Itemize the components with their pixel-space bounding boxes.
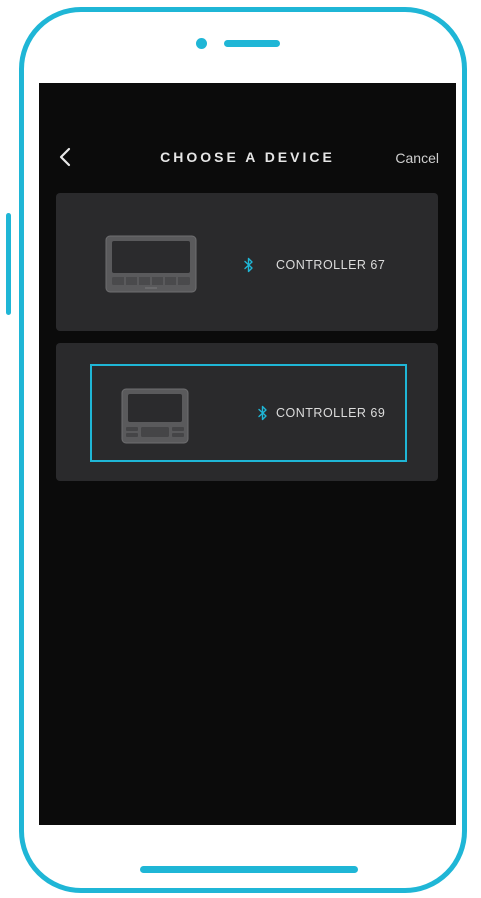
- controller-device-icon: [105, 235, 197, 293]
- home-indicator[interactable]: [140, 866, 358, 873]
- speaker-slot: [224, 40, 280, 47]
- page-title: CHOOSE A DEVICE: [160, 149, 335, 165]
- app-screen: CHOOSE A DEVICE Cancel CONTROLLER 67 CON…: [39, 83, 456, 825]
- device-name-label: CONTROLLER 67: [276, 258, 386, 272]
- device-name-label: CONTROLLER 69: [276, 406, 386, 420]
- device-card-controller-69[interactable]: CONTROLLER 69: [56, 343, 438, 481]
- phone-side-button: [6, 213, 11, 315]
- camera-dot: [196, 38, 207, 49]
- cancel-button[interactable]: Cancel: [395, 150, 439, 166]
- bluetooth-icon: [244, 257, 253, 273]
- device-card-controller-67[interactable]: CONTROLLER 67: [56, 193, 438, 331]
- controller-device-icon: [121, 388, 189, 444]
- bluetooth-icon: [258, 405, 267, 421]
